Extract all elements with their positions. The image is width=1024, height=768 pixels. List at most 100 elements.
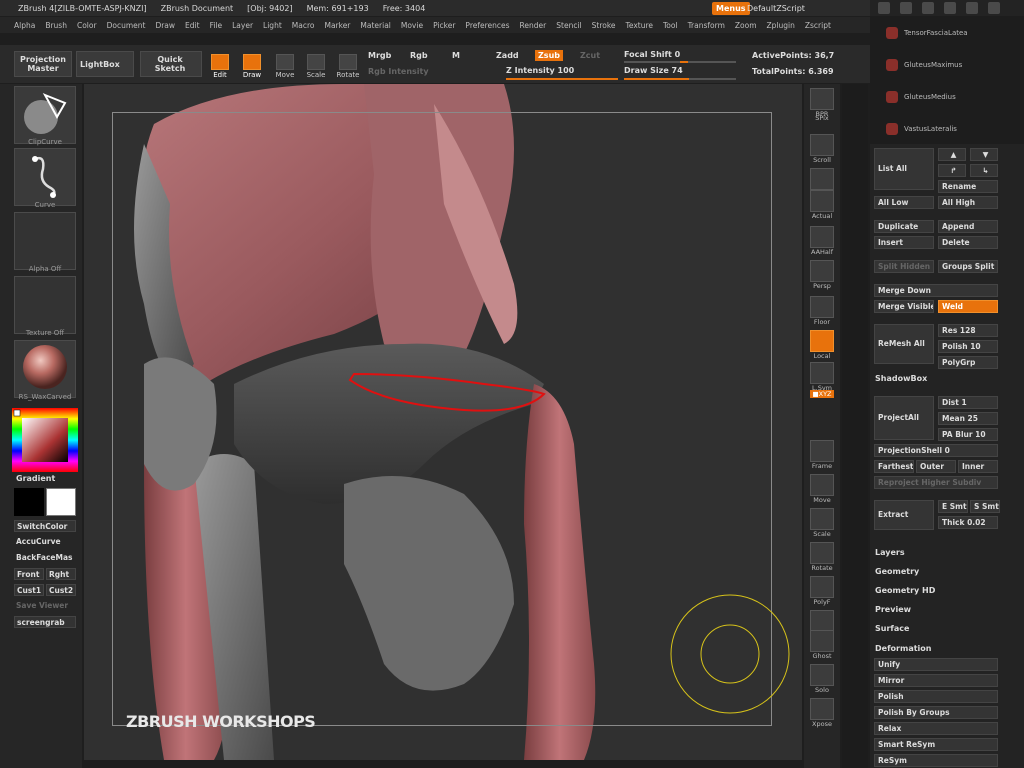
menu-item-document[interactable]: Document (107, 21, 146, 30)
cust2-button[interactable]: Cust2 (46, 584, 76, 596)
secondary-color-swatch[interactable] (46, 488, 76, 516)
menu-item-material[interactable]: Material (360, 21, 390, 30)
menu-item-layer[interactable]: Layer (232, 21, 253, 30)
alpha-thumbnail[interactable] (14, 212, 76, 270)
texture-thumbnail[interactable] (14, 276, 76, 334)
arrow-up-icon[interactable]: ▲ (938, 148, 966, 161)
rgb-intensity-slider[interactable]: Rgb Intensity (368, 67, 429, 76)
deformation-polish-slider[interactable]: Polish (874, 690, 998, 703)
deformation-panel-header[interactable]: Deformation (875, 644, 931, 653)
material-thumbnail[interactable] (14, 340, 76, 398)
deformation-smart-resym-slider[interactable]: Smart ReSym (874, 738, 998, 751)
menu-item-tool[interactable]: Tool (663, 21, 678, 30)
menu-item-draw[interactable]: Draw (155, 21, 175, 30)
right-button[interactable]: Rght (46, 568, 76, 580)
dist-slider[interactable]: Dist 1 (938, 396, 998, 409)
dock-icon[interactable] (878, 2, 890, 14)
zcut-button[interactable]: Zcut (580, 51, 600, 60)
xyz-button[interactable]: ■XYZ (808, 390, 836, 398)
aahalf-button[interactable]: AAHalf (808, 226, 836, 256)
all-high-button[interactable]: All High (938, 196, 998, 209)
viewport-canvas[interactable]: ZBRUSH WORKSHOPS (84, 84, 802, 760)
focal-shift-slider[interactable]: Focal Shift 0 (624, 50, 680, 59)
menu-item-stroke[interactable]: Stroke (592, 21, 616, 30)
mrgb-button[interactable]: Mrgb (368, 51, 391, 60)
menu-item-stencil[interactable]: Stencil (556, 21, 581, 30)
color-picker[interactable] (12, 408, 78, 472)
frame-button[interactable]: Frame (808, 440, 836, 470)
s-smt-slider[interactable]: S Smt (970, 500, 1000, 513)
list-all-button[interactable]: List All (874, 148, 934, 190)
surface-panel-header[interactable]: Surface (875, 624, 909, 633)
rotate-button[interactable]: Rotate (334, 51, 362, 79)
solo-button[interactable]: Solo (808, 664, 836, 694)
subtool-item[interactable]: VastusLateralis (886, 122, 996, 136)
menus-button[interactable]: Menus (712, 2, 750, 15)
preview-panel-header[interactable]: Preview (875, 605, 911, 614)
farthest-button[interactable]: Farthest (874, 460, 914, 473)
scale-button[interactable]: Scale (808, 508, 836, 538)
menu-item-render[interactable]: Render (520, 21, 547, 30)
m-button[interactable]: M (452, 51, 460, 60)
deformation-unify-slider[interactable]: Unify (874, 658, 998, 671)
deformation-resym-slider[interactable]: ReSym (874, 754, 998, 767)
polyf-button[interactable]: PolyF (808, 576, 836, 606)
thick-slider[interactable]: Thick 0.02 (938, 516, 998, 529)
split-hidden-button[interactable]: Split Hidden (874, 260, 934, 273)
accucurve-button[interactable]: AccuCurve (14, 536, 76, 548)
save-viewer-button[interactable]: Save Viewer (14, 600, 76, 612)
shadowbox-button[interactable]: ShadowBox (875, 374, 927, 383)
projection-shell-slider[interactable]: ProjectionShell 0 (874, 444, 998, 457)
xpose-button[interactable]: Xpose (808, 698, 836, 728)
stroke-thumbnail[interactable] (14, 148, 76, 206)
rgb-button[interactable]: Rgb (410, 51, 428, 60)
subtool-item[interactable]: GluteusMaximus (886, 58, 996, 72)
brush-thumbnail[interactable] (14, 86, 76, 144)
layers-panel-header[interactable]: Layers (875, 548, 905, 557)
mean-slider[interactable]: Mean 25 (938, 412, 998, 425)
delete-button[interactable]: Delete (938, 236, 998, 249)
menu-item-preferences[interactable]: Preferences (465, 21, 509, 30)
extract-button[interactable]: Extract (874, 500, 934, 530)
outer-button[interactable]: Outer (916, 460, 956, 473)
lightbox-button[interactable]: LightBox (76, 51, 134, 77)
restore-icon[interactable] (966, 2, 978, 14)
move-button[interactable]: Move (272, 51, 298, 79)
menu-item-light[interactable]: Light (263, 21, 282, 30)
polygrp-button[interactable]: PolyGrp (938, 356, 998, 369)
help-icon[interactable] (900, 2, 912, 14)
menu-item-marker[interactable]: Marker (324, 21, 350, 30)
menu-item-movie[interactable]: Movie (401, 21, 423, 30)
main-color-swatch[interactable] (14, 488, 44, 516)
menu-item-edit[interactable]: Edit (185, 21, 200, 30)
duplicate-button[interactable]: Duplicate (874, 220, 934, 233)
menu-item-alpha[interactable]: Alpha (14, 21, 35, 30)
backfacemask-button[interactable]: BackFaceMas (14, 552, 76, 564)
remesh-all-button[interactable]: ReMesh All (874, 324, 934, 364)
rotate-button[interactable]: Rotate (808, 542, 836, 572)
deformation-mirror-slider[interactable]: Mirror (874, 674, 998, 687)
layout-icon[interactable] (922, 2, 934, 14)
subtool-item[interactable]: TensorFasciaLatea (886, 26, 996, 40)
spix-button[interactable]: SPix (808, 114, 836, 122)
project-all-button[interactable]: ProjectAll (874, 396, 934, 440)
arrow-right-down-icon[interactable]: ↳ (970, 164, 998, 177)
screengrab-button[interactable]: screengrab (14, 616, 76, 628)
quick-sketch-button[interactable]: Quick Sketch (140, 51, 202, 77)
ghost-button[interactable]: Ghost (808, 630, 836, 660)
arrow-right-up-icon[interactable]: ↱ (938, 164, 966, 177)
pa-blur-slider[interactable]: PA Blur 10 (938, 428, 998, 441)
deformation-relax-slider[interactable]: Relax (874, 722, 998, 735)
menu-item-color[interactable]: Color (77, 21, 97, 30)
menu-item-zoom[interactable]: Zoom (735, 21, 757, 30)
gradient-label[interactable]: Gradient (16, 474, 55, 483)
rename-button[interactable]: Rename (938, 180, 998, 193)
groups-split-button[interactable]: Groups Split (938, 260, 998, 273)
menu-item-macro[interactable]: Macro (292, 21, 315, 30)
script-label[interactable]: DefaultZScript (747, 2, 805, 15)
merge-visible-button[interactable]: Merge Visible (874, 300, 934, 313)
arrow-down-icon[interactable]: ▼ (970, 148, 998, 161)
z-intensity-slider[interactable]: Z Intensity 100 (506, 66, 574, 75)
z-intensity-track[interactable] (506, 78, 618, 80)
deformation-polish-by-groups-slider[interactable]: Polish By Groups (874, 706, 998, 719)
